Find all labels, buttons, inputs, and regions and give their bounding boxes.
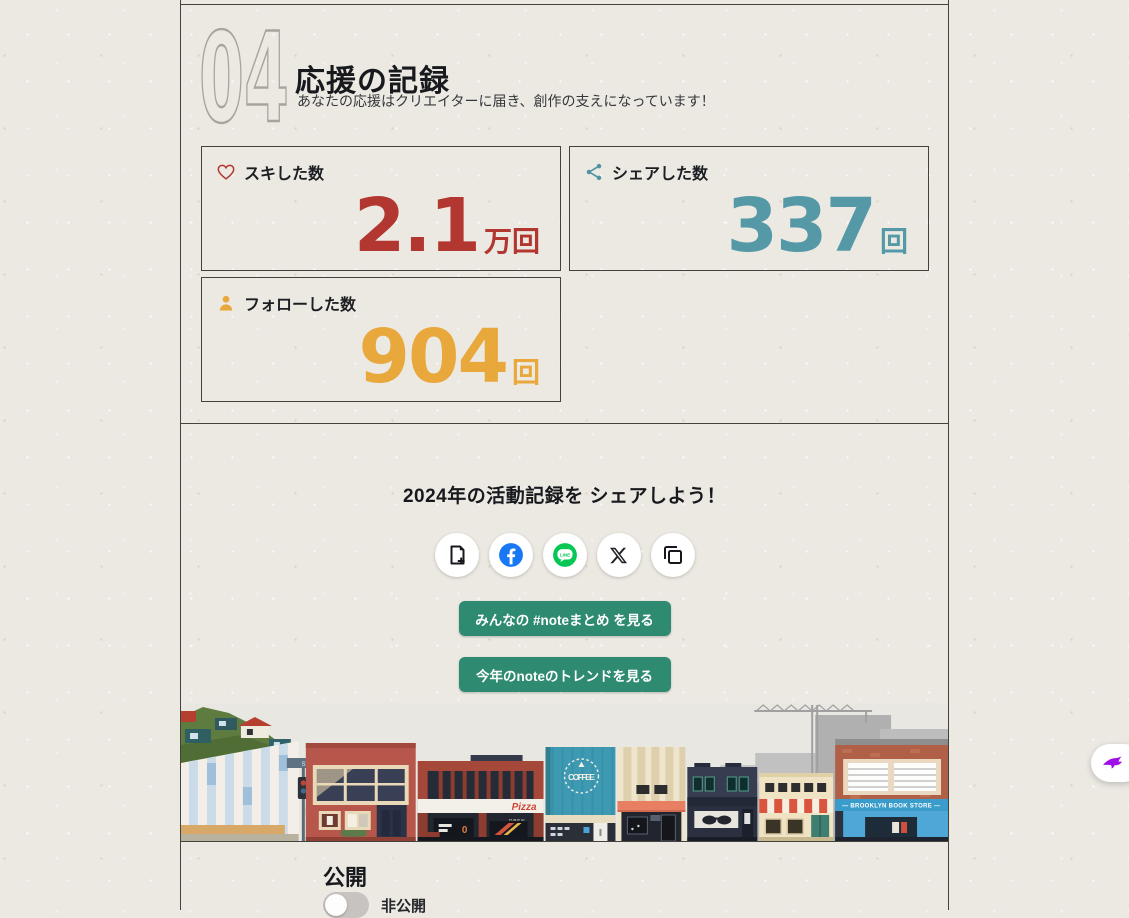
share-title: 2024年の活動記録を シェアしよう！ bbox=[181, 423, 948, 508]
stat-value: 2.1 bbox=[354, 192, 479, 260]
support-record-section: 04 応援の記録 あなたの応援はクリエイターに届き、創作の支えになっています！ … bbox=[181, 4, 948, 424]
stat-card-value: 337 回 bbox=[727, 192, 908, 260]
stat-card-shares: シェアした数 337 回 bbox=[569, 146, 929, 271]
copy-icon bbox=[661, 543, 685, 567]
stat-card-value: 2.1 万回 bbox=[354, 192, 540, 260]
person-icon bbox=[216, 293, 236, 313]
stat-card-label: フォローした数 bbox=[244, 291, 356, 315]
stat-cards-grid: スキした数 2.1 万回 シェアした数 bbox=[201, 146, 929, 402]
red-brick-building bbox=[306, 743, 416, 841]
see-note-matome-button[interactable]: みんなの #noteまとめ を見る bbox=[459, 601, 671, 636]
line-logo-text: LINE bbox=[559, 552, 569, 557]
share-x-button[interactable] bbox=[597, 533, 641, 577]
x-icon bbox=[609, 546, 628, 565]
feedback-widget-button[interactable] bbox=[1091, 744, 1129, 782]
stat-value: 904 bbox=[359, 323, 507, 391]
stat-unit: 回 bbox=[512, 351, 540, 391]
visibility-toggle-row: 非公開 bbox=[323, 892, 426, 918]
toggle-knob-icon bbox=[325, 894, 347, 916]
heart-icon bbox=[216, 162, 236, 182]
stat-card-likes: スキした数 2.1 万回 bbox=[201, 146, 561, 271]
share-facebook-button[interactable] bbox=[489, 533, 533, 577]
stat-card-follows: フォローした数 904 回 bbox=[201, 277, 561, 402]
stat-unit: 万回 bbox=[484, 220, 540, 260]
section-number: 04 bbox=[197, 27, 293, 134]
stat-card-label: スキした数 bbox=[244, 160, 324, 184]
dark-navy-building bbox=[687, 763, 757, 841]
note-post-icon bbox=[445, 543, 469, 567]
pizza-sign-text: Pizza bbox=[512, 802, 537, 813]
svg-text:0: 0 bbox=[462, 825, 468, 836]
stat-unit: 回 bbox=[880, 220, 908, 260]
brooklyn-book-store: — BROOKLYN BOOK STORE — bbox=[835, 739, 948, 841]
line-icon: LINE bbox=[552, 542, 578, 568]
stat-card-label: シェアした数 bbox=[612, 160, 708, 184]
stat-card-value: 904 回 bbox=[359, 323, 540, 391]
pizza-building: Pizza OPEN 0 bbox=[418, 755, 544, 841]
share-icon bbox=[584, 162, 604, 182]
visibility-section: 公開 非公開 bbox=[181, 842, 948, 910]
awning-building bbox=[759, 773, 833, 841]
bird-icon bbox=[1101, 755, 1123, 772]
cityscape-illustration: ST. bbox=[181, 703, 948, 841]
coffee-sign-text: COFFEE bbox=[568, 772, 595, 782]
visibility-toggle[interactable] bbox=[323, 892, 369, 918]
share-line-button[interactable]: LINE bbox=[543, 533, 587, 577]
section-number-text: 04 bbox=[199, 27, 289, 129]
section-subtitle: あなたの応援はクリエイターに届き、創作の支えになっています！ bbox=[297, 91, 715, 111]
stat-value: 337 bbox=[727, 192, 875, 260]
record-page-container: 04 応援の記録 あなたの応援はクリエイターに届き、創作の支えになっています！ … bbox=[180, 0, 949, 910]
facebook-icon bbox=[498, 542, 524, 568]
coffee-building: COFFEE bbox=[546, 747, 616, 841]
see-note-trends-button[interactable]: 今年のnoteのトレンドを見る bbox=[459, 657, 671, 692]
visibility-heading: 公開 bbox=[323, 860, 367, 892]
visibility-toggle-label: 非公開 bbox=[381, 895, 426, 916]
share-copy-button[interactable] bbox=[651, 533, 695, 577]
share-note-button[interactable] bbox=[435, 533, 479, 577]
share-section: 2024年の活動記録を シェアしよう！ bbox=[181, 423, 948, 842]
bookstore-sign-text: — BROOKLYN BOOK STORE — bbox=[842, 803, 940, 809]
share-icons-row: LINE bbox=[181, 533, 948, 577]
striped-cream-building bbox=[617, 747, 685, 841]
